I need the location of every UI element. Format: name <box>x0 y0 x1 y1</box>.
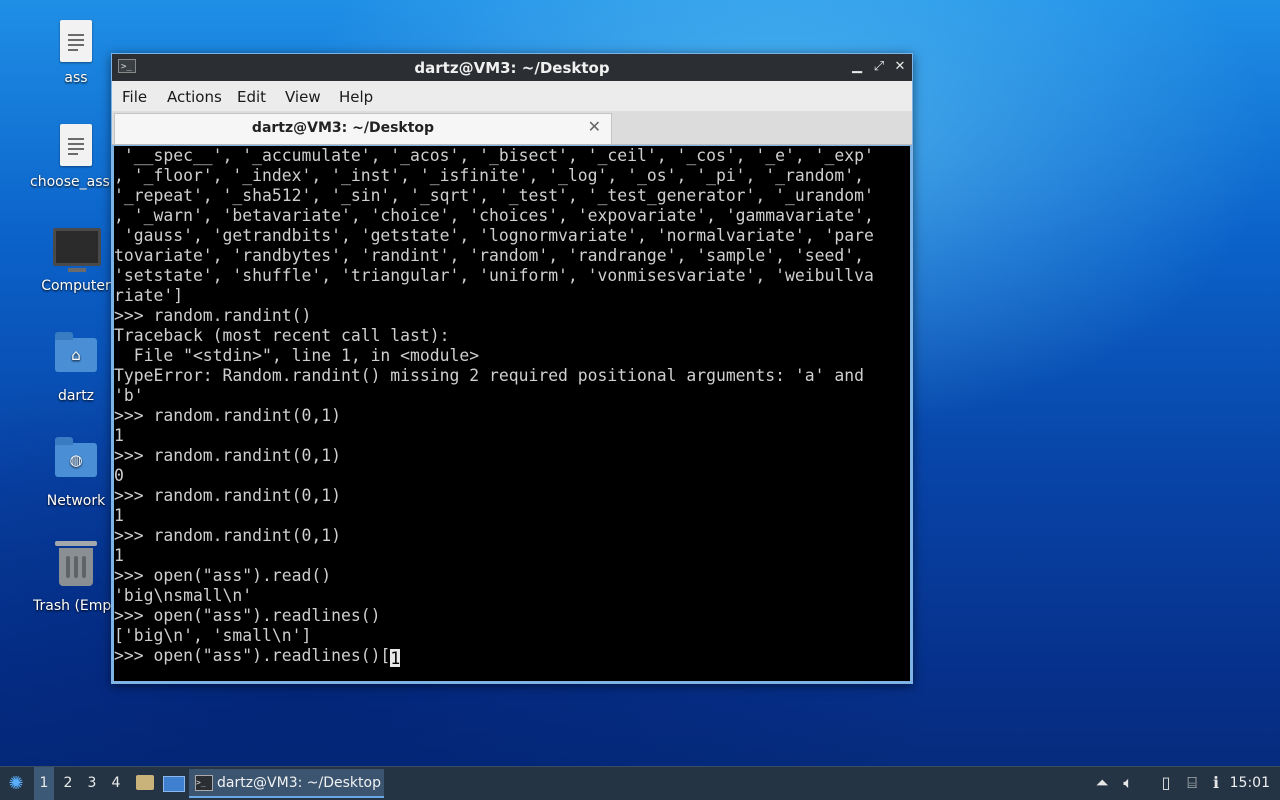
terminal-line: Traceback (most recent call last): <box>114 326 450 345</box>
tab-bar: dartz@VM3: ~/Desktop ✕ <box>112 111 912 145</box>
terminal-line: >>> open("ass").readlines() <box>114 606 381 625</box>
trash-icon <box>55 541 97 586</box>
menu-edit[interactable]: Edit <box>237 88 266 106</box>
terminal-prompt-line: >>> open("ass").readlines()[1 <box>114 646 910 668</box>
taskbar-task-terminal[interactable]: >_ dartz@VM3: ~/Desktop <box>189 769 384 798</box>
terminal-line: 0 <box>114 466 124 485</box>
terminal-line: TypeError: Random.randint() missing 2 re… <box>114 366 864 385</box>
terminal-line: 1 <box>114 426 124 445</box>
terminal-task-icon: >_ <box>195 775 213 791</box>
terminal-line: File "<stdin>", line 1, in <module> <box>114 346 480 365</box>
desktop-icon-label: choose_ass.py <box>30 174 122 190</box>
minimize-button[interactable]: ▁ <box>848 58 866 76</box>
terminal-text: '__spec__', '_accumulate', '_acos', '_bi… <box>114 146 910 646</box>
terminal-line: 'gauss', 'getrandbits', 'getstate', 'log… <box>114 226 874 245</box>
text-cursor: 1 <box>390 649 401 668</box>
show-desktop-icon[interactable] <box>161 767 185 800</box>
terminal-line: ['big\n', 'small\n'] <box>114 626 312 645</box>
terminal-line: 'b' <box>114 386 144 405</box>
terminal-line: >>> random.randint(0,1) <box>114 526 341 545</box>
terminal-line: 'setstate', 'shuffle', 'triangular', 'un… <box>114 266 874 285</box>
file-manager-launcher-icon[interactable] <box>134 767 156 800</box>
text-file-icon <box>60 20 92 62</box>
terminal-line: >>> random.randint(0,1) <box>114 446 341 465</box>
terminal-line: >>> open("ass").read() <box>114 566 332 585</box>
close-button[interactable]: ✕ <box>891 58 909 76</box>
network-tray-icon[interactable]: ⌸ <box>1182 773 1202 793</box>
tray-expand-icon[interactable]: ⏶ <box>1092 773 1112 793</box>
title-bar[interactable]: >_ dartz@VM3: ~/Desktop ▁ ⤢ ✕ <box>112 54 912 81</box>
terminal-line: tovariate', 'randbytes', 'randint', 'ran… <box>114 246 864 265</box>
volume-icon[interactable]: 🔈︎ <box>1118 773 1138 793</box>
terminal-window: >_ dartz@VM3: ~/Desktop ▁ ⤢ ✕ File Actio… <box>111 53 913 684</box>
terminal-line: 1 <box>114 506 124 525</box>
clipboard-icon[interactable]: ▯ <box>1156 773 1176 793</box>
terminal-tab[interactable]: dartz@VM3: ~/Desktop ✕ <box>114 113 612 144</box>
terminal-line: , '_floor', '_index', '_inst', '_isfinit… <box>114 166 864 185</box>
terminal-line: 'big\nsmall\n' <box>114 586 253 605</box>
network-folder-icon: ◍ <box>55 437 97 477</box>
start-menu-icon[interactable]: ✺ <box>4 767 28 800</box>
workspace-1[interactable]: 1 <box>34 767 54 800</box>
terminal-line: '__spec__', '_accumulate', '_acos', '_bi… <box>114 146 874 165</box>
taskbar: ✺ 1 2 3 4 >_ dartz@VM3: ~/Desktop ⏶ 🔈︎ ▯… <box>0 766 1280 800</box>
menu-view[interactable]: View <box>285 88 321 106</box>
tab-title: dartz@VM3: ~/Desktop <box>251 120 435 136</box>
task-label: dartz@VM3: ~/Desktop <box>217 775 381 791</box>
terminal-output[interactable]: '__spec__', '_accumulate', '_acos', '_bi… <box>114 146 910 681</box>
prompt-text: >>> open("ass").readlines()[ <box>114 646 391 665</box>
terminal-line: 1 <box>114 546 124 565</box>
computer-icon <box>53 228 101 272</box>
menu-file[interactable]: File <box>122 88 147 106</box>
workspace-4[interactable]: 4 <box>106 767 126 800</box>
terminal-line: >>> random.randint(0,1) <box>114 486 341 505</box>
update-notifier-icon[interactable]: ℹ <box>1206 773 1226 793</box>
terminal-line: , '_warn', 'betavariate', 'choice', 'cho… <box>114 206 874 225</box>
menu-help[interactable]: Help <box>339 88 373 106</box>
terminal-line: riate'] <box>114 286 184 305</box>
workspace-2[interactable]: 2 <box>58 767 78 800</box>
window-title: dartz@VM3: ~/Desktop <box>414 59 610 77</box>
tab-close-icon[interactable]: ✕ <box>588 117 601 136</box>
desktop-icon-label: Trash (Empty) <box>33 598 119 614</box>
menu-actions[interactable]: Actions <box>167 88 222 106</box>
text-file-icon <box>60 124 92 166</box>
workspace-3[interactable]: 3 <box>82 767 102 800</box>
home-folder-icon: ⌂ <box>55 332 97 372</box>
terminal-line: '_repeat', '_sha512', '_sin', '_sqrt', '… <box>114 186 874 205</box>
menu-bar: File Actions Edit View Help <box>112 81 912 111</box>
terminal-line: >>> random.randint() <box>114 306 312 325</box>
maximize-button[interactable]: ⤢ <box>870 58 888 76</box>
terminal-line: >>> random.randint(0,1) <box>114 406 341 425</box>
clock: 15:01 <box>1229 775 1270 791</box>
